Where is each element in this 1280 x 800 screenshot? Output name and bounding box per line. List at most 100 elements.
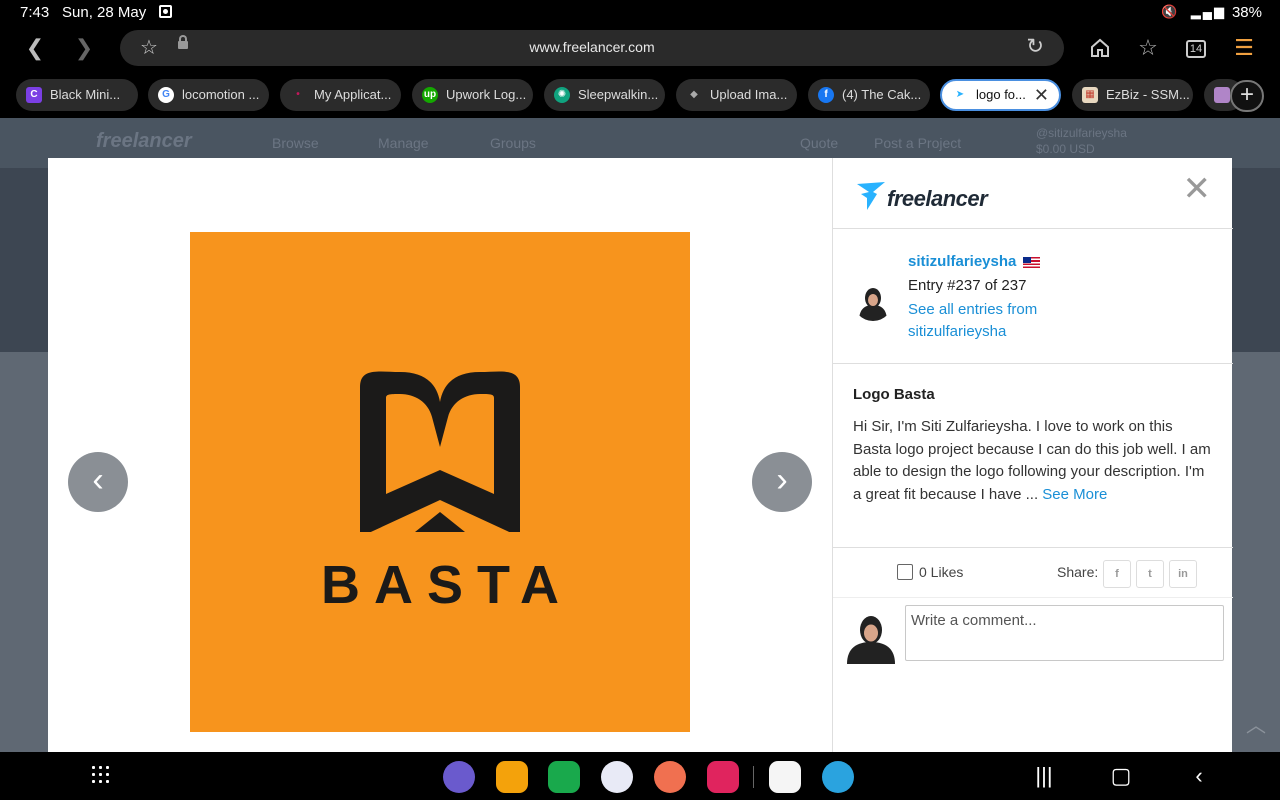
header-logo: freelancer: [96, 130, 192, 152]
gmail-icon[interactable]: [769, 761, 801, 793]
notification-icon: [159, 5, 172, 18]
entry-number: Entry #237 of 237: [908, 277, 1027, 294]
close-icon[interactable]: ✕: [1183, 172, 1212, 206]
url-text[interactable]: www.freelancer.com: [120, 39, 1064, 55]
back-nav-icon[interactable]: ‹: [1184, 762, 1214, 790]
telegram-icon[interactable]: [822, 761, 854, 793]
nav-user: @sitizulfarieysha: [1036, 126, 1127, 140]
upwork-icon: up: [422, 87, 438, 103]
my-files-icon[interactable]: [496, 761, 528, 793]
entry-description-block: Logo Basta Hi Sir, I'm Siti Zulfarieysha…: [833, 364, 1233, 548]
forward-icon[interactable]: ❯: [66, 26, 102, 70]
date: Sun, 28 May: [62, 4, 147, 21]
tab-label: Black Mini...: [50, 87, 121, 102]
tab-counter-icon[interactable]: 14: [1178, 26, 1214, 70]
close-tab-icon[interactable]: ✕: [1034, 81, 1049, 109]
author-avatar[interactable]: [853, 281, 893, 321]
tab[interactable]: ✺ Sleepwalkin...: [544, 79, 665, 111]
nav-groups: Groups: [490, 135, 536, 151]
scroll-to-top-icon[interactable]: ︿: [1232, 700, 1280, 752]
nav-manage: Manage: [378, 135, 429, 151]
contacts-icon[interactable]: [654, 761, 686, 793]
address-bar[interactable]: ☆ www.freelancer.com ↻: [120, 30, 1064, 66]
comment-block: [833, 598, 1233, 678]
canva-icon: C: [26, 87, 42, 103]
see-more-link[interactable]: See More: [1042, 486, 1107, 503]
nav-browse: Browse: [272, 135, 319, 151]
current-user-avatar: [843, 608, 899, 664]
ezbiz-icon: ▦: [1082, 87, 1098, 103]
see-all-entries-link[interactable]: See all entries from sitizulfarieysha: [908, 299, 1078, 343]
messages-icon[interactable]: [601, 761, 633, 793]
menu-icon[interactable]: ☰: [1226, 26, 1262, 70]
next-entry-button[interactable]: ›: [752, 452, 812, 512]
linkedin-share-icon[interactable]: in: [1169, 560, 1197, 588]
freelancer-icon: ➤: [955, 89, 965, 100]
tab-active[interactable]: ➤ logo fo... ✕: [940, 79, 1061, 111]
freelancer-wordmark: freelancer: [887, 186, 988, 211]
tab-label: EzBiz - SSM...: [1106, 87, 1190, 102]
twitter-share-icon[interactable]: t: [1136, 560, 1164, 588]
samsung-internet-icon[interactable]: [443, 761, 475, 793]
new-tab-button[interactable]: +: [1230, 80, 1264, 112]
entry-viewer: BASTA ‹ ›: [48, 158, 832, 752]
thumbs-up-icon: [897, 564, 913, 580]
layers-icon: ◆: [690, 89, 698, 100]
tab-count: 14: [1185, 40, 1207, 59]
tab-label: Sleepwalkin...: [578, 87, 659, 102]
nav-balance: $0.00 USD: [1036, 142, 1095, 156]
phone-icon[interactable]: [548, 761, 580, 793]
freelancer-bird-icon: [857, 182, 885, 210]
logo-wordmark: BASTA: [321, 555, 573, 615]
entry-image: BASTA: [190, 232, 690, 732]
like-button[interactable]: 0 Likes: [897, 564, 963, 580]
tab-label: (4) The Cak...: [842, 87, 922, 102]
facebook-icon: f: [818, 87, 834, 103]
previous-entry-button[interactable]: ‹: [68, 452, 128, 512]
facebook-share-icon[interactable]: f: [1103, 560, 1131, 588]
tab[interactable]: Glocomotion ...: [148, 79, 269, 111]
dock-separator: [753, 766, 754, 788]
tab[interactable]: C Black Mini...: [16, 79, 138, 111]
comment-input[interactable]: [905, 605, 1224, 661]
tab[interactable]: up Upwork Log...: [412, 79, 533, 111]
tab[interactable]: ◆ Upload Ima...: [676, 79, 797, 111]
tab-label: Upwork Log...: [446, 87, 527, 102]
tab-label: logo fo...: [976, 87, 1026, 102]
camera-icon[interactable]: [707, 761, 739, 793]
basta-logo-mark: [360, 371, 520, 532]
recents-icon[interactable]: |||: [1029, 762, 1059, 790]
openai-icon: ✺: [554, 87, 570, 103]
signal-icons: 🔇 ︎ ▂▄▆: [1161, 4, 1226, 19]
nav-post-project: Post a Project: [874, 135, 962, 151]
app-drawer-icon[interactable]: [90, 764, 112, 786]
entry-modal: BASTA ‹ › freelancer ✕ sitizulfarieysha …: [48, 158, 1233, 752]
back-icon[interactable]: ❮: [17, 26, 53, 70]
bookmarks-icon[interactable]: ☆: [1130, 26, 1166, 70]
entry-sidebar: freelancer ✕ sitizulfarieysha Entry #237…: [832, 158, 1233, 752]
avatar-icon: [1214, 87, 1230, 103]
sidebar-header: freelancer ✕: [833, 158, 1233, 229]
android-dock: ||| ▢ ‹: [0, 752, 1280, 800]
entry-description: Hi Sir, I'm Siti Zulfarieysha. I love to…: [853, 416, 1215, 506]
tab-label: My Applicat...: [314, 87, 392, 102]
home-nav-icon[interactable]: ▢: [1106, 762, 1136, 790]
tab[interactable]: f (4) The Cak...: [808, 79, 930, 111]
reload-icon[interactable]: ↻: [1026, 34, 1044, 59]
clock: 7:43: [20, 4, 50, 21]
app-icon: •: [296, 89, 300, 100]
tab[interactable]: • My Applicat...: [280, 79, 401, 111]
entry-author-block: sitizulfarieysha Entry #237 of 237 See a…: [833, 229, 1233, 364]
entry-title: Logo Basta: [853, 386, 935, 403]
description-text: Hi Sir, I'm Siti Zulfarieysha. I love to…: [853, 418, 1211, 503]
author-username-link[interactable]: sitizulfarieysha: [908, 253, 1016, 270]
share-label: Share:: [1057, 564, 1099, 580]
home-icon[interactable]: [1082, 26, 1118, 74]
status-bar: 7:43 Sun, 28 May 🔇 ︎ ▂▄▆ 38%: [0, 0, 1280, 26]
tab-label: Upload Ima...: [710, 87, 788, 102]
google-icon: G: [158, 87, 174, 103]
battery-level: 38%: [1231, 4, 1262, 21]
tab[interactable]: ▦ EzBiz - SSM...: [1072, 79, 1193, 111]
tab-label: locomotion ...: [182, 87, 260, 102]
entry-actions: 0 Likes Share: f t in: [833, 548, 1233, 598]
